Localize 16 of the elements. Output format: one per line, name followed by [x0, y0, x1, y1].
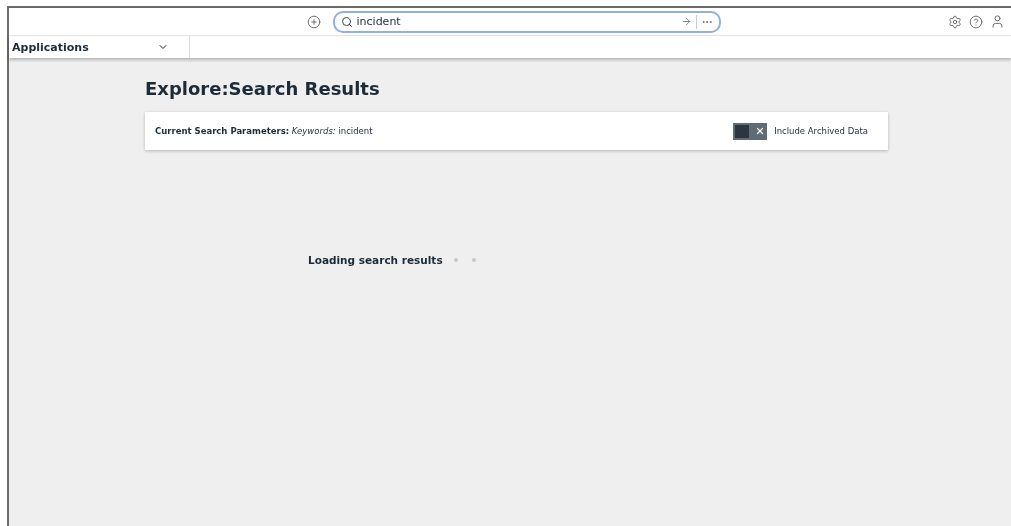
search-field[interactable]: incident: [332, 10, 721, 33]
user-icon[interactable]: [990, 14, 1005, 29]
page-title: Explore:Search Results: [145, 78, 381, 99]
add-icon[interactable]: [306, 14, 321, 29]
loading-text: Loading search results: [308, 254, 443, 266]
x-icon: [755, 126, 766, 136]
search-input[interactable]: incident: [356, 15, 677, 28]
loading-dots-icon: [452, 257, 479, 263]
help-icon[interactable]: [969, 14, 983, 29]
applications-dropdown[interactable]: Applications: [9, 36, 190, 58]
search-icon: [340, 15, 353, 28]
settings-icon[interactable]: [948, 14, 962, 29]
arrow-right-icon[interactable]: [680, 16, 692, 27]
search-parameters-text: Current Search Parameters: Keywords: incident: [155, 126, 373, 136]
archived-toggle[interactable]: [733, 122, 768, 140]
toggle-label: Include Archived Data: [774, 126, 868, 136]
